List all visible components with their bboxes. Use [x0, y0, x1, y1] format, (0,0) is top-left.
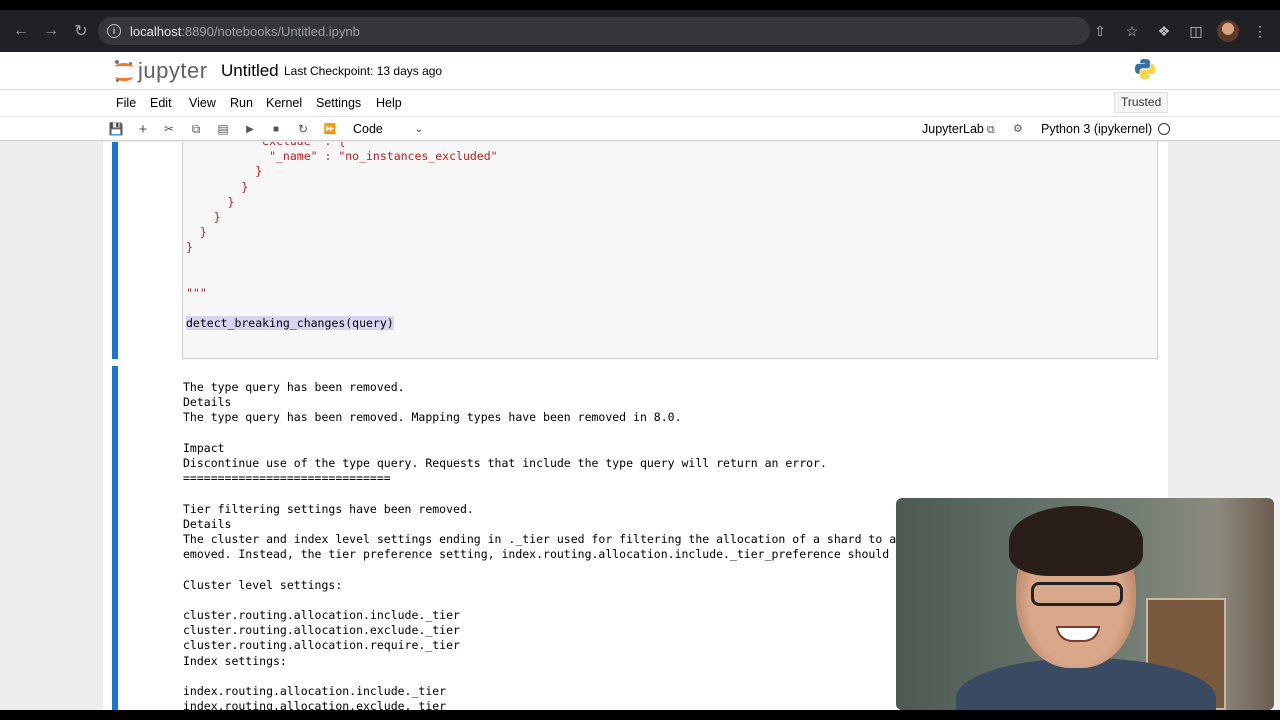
extensions-puzzle-icon[interactable]: ❖ [1150, 17, 1178, 45]
kernel-status-indicator [1158, 123, 1170, 135]
cell-selection-bar [112, 142, 118, 359]
menu-run[interactable]: Run [230, 96, 253, 110]
stop-icon[interactable]: ■ [267, 120, 285, 138]
restart-run-all-icon[interactable]: ⏩ [321, 120, 339, 138]
code-line: } [186, 194, 235, 209]
jupyter-logo-icon [114, 60, 134, 82]
menu-edit[interactable]: Edit [150, 96, 172, 110]
open-jupyterlab-link[interactable]: JupyterLab ⧉ [922, 122, 995, 137]
cut-icon[interactable]: ✂ [160, 120, 178, 138]
url-text: localhost:8890/notebooks/Untitled.ipynb [130, 23, 360, 39]
paste-icon[interactable]: ▤ [214, 120, 232, 138]
save-icon[interactable]: 💾 [107, 120, 125, 138]
webcam-person-hair [1009, 506, 1143, 576]
menu-help[interactable]: Help [376, 96, 402, 110]
last-checkpoint: Last Checkpoint: 13 days ago [284, 64, 443, 78]
cell-type-select[interactable]: Code ⌄ [349, 120, 427, 139]
notebook-header: jupyter Untitled Last Checkpoint: 13 day… [0, 52, 1280, 89]
code-line: "_name" : "no_instances_excluded" [186, 149, 498, 164]
reload-icon[interactable]: ↻ [70, 20, 92, 42]
restart-icon[interactable]: ↻ [294, 120, 312, 138]
code-line: } [186, 210, 221, 225]
trusted-badge[interactable]: Trusted [1114, 92, 1169, 113]
debugger-bug-icon[interactable]: ⚙ [1013, 122, 1025, 135]
profile-avatar[interactable] [1214, 17, 1242, 45]
code-line: """ [186, 286, 207, 301]
webcam-overlay [896, 498, 1274, 710]
menu-settings[interactable]: Settings [316, 96, 361, 110]
browser-toolbar: ← → ↻ i localhost:8890/notebooks/Untitle… [0, 10, 1280, 52]
jupyter-logo[interactable]: jupyter [114, 58, 208, 84]
code-line: } [186, 179, 249, 194]
cell-type-value: Code [353, 122, 383, 136]
output-selection-bar [112, 366, 118, 710]
back-arrow-icon[interactable]: ← [10, 20, 32, 42]
side-panel-icon[interactable]: ◫ [1182, 17, 1210, 45]
chevron-down-icon: ⌄ [414, 124, 423, 135]
run-icon[interactable]: ▶ [241, 120, 259, 138]
jupyter-logo-text: jupyter [138, 58, 208, 83]
webcam-person-glasses [1031, 582, 1123, 606]
code-line: } [186, 164, 263, 179]
code-line: } [186, 240, 193, 255]
share-icon[interactable]: ⇧ [1086, 17, 1114, 45]
cell-output: The type query has been removed. Details… [183, 380, 897, 710]
code-line: "exclude" : { [186, 142, 345, 148]
forward-arrow-icon[interactable]: → [40, 20, 62, 42]
code-line: detect_breaking_changes(query) [186, 316, 394, 331]
python-logo-icon [1135, 59, 1155, 79]
notebook-toolbar: 💾 + ✂ ⧉ ▤ ▶ ■ ↻ ⏩ Code ⌄ JupyterLab ⧉ ⚙ P… [0, 116, 1280, 141]
bookmark-star-icon[interactable]: ☆ [1118, 17, 1146, 45]
address-bar[interactable]: i localhost:8890/notebooks/Untitled.ipyn… [98, 17, 1090, 45]
code-editor[interactable]: "exclude" : { "_name" : "no_instances_ex… [183, 142, 498, 332]
external-link-icon: ⧉ [986, 124, 995, 136]
add-cell-icon[interactable]: + [134, 120, 152, 138]
code-cell-input[interactable]: "exclude" : { "_name" : "no_instances_ex… [182, 142, 1158, 359]
code-line: } [186, 225, 207, 240]
kernel-name[interactable]: Python 3 (ipykernel) [1041, 122, 1152, 136]
bottom-letterbox [0, 710, 1280, 720]
copy-icon[interactable]: ⧉ [187, 120, 205, 138]
menu-file[interactable]: File [116, 96, 136, 110]
kebab-menu-icon[interactable]: ⋮ [1246, 17, 1274, 45]
notebook-title[interactable]: Untitled [221, 61, 279, 81]
menu-kernel[interactable]: Kernel [266, 96, 302, 110]
menu-view[interactable]: View [189, 96, 216, 110]
site-info-icon[interactable]: i [107, 24, 121, 38]
menu-bar: File Edit View Run Kernel Settings Help … [0, 89, 1280, 116]
jupyterlab-label: JupyterLab [922, 122, 984, 136]
